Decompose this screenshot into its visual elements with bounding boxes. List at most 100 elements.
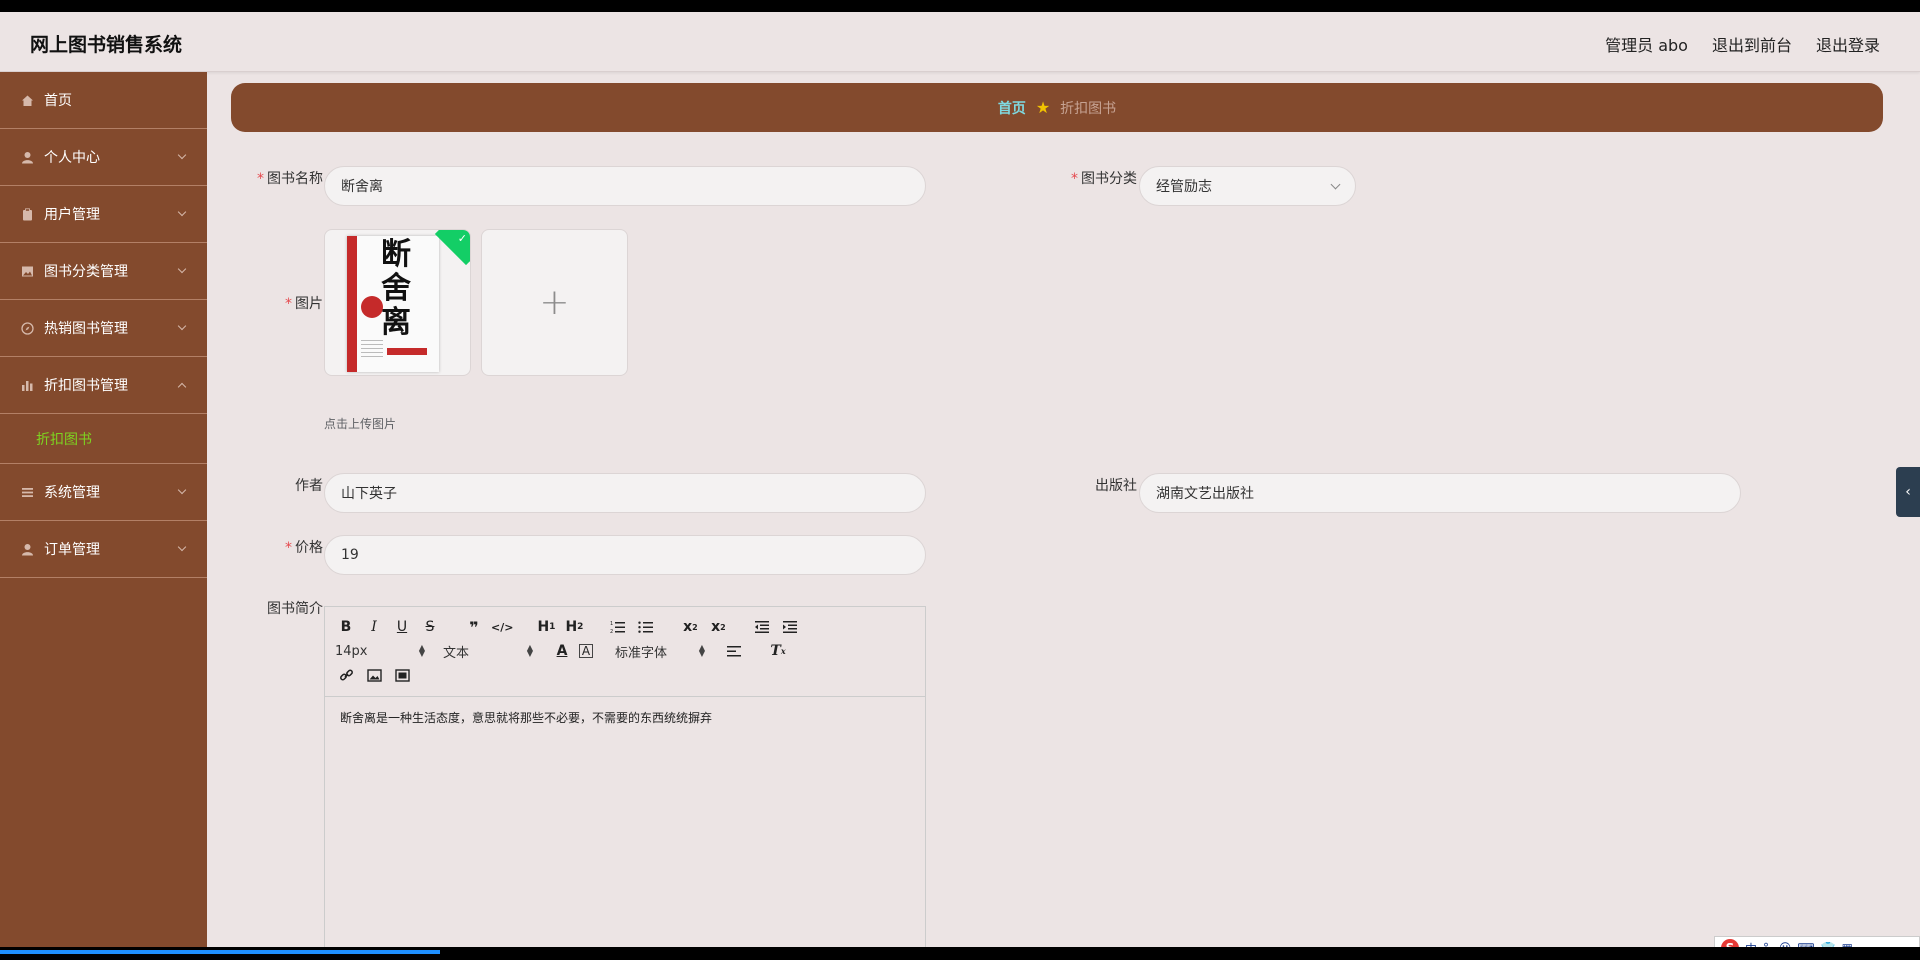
book-name-input[interactable]: 断舍离 [324,166,926,206]
image-icon[interactable] [363,664,385,686]
video-icon[interactable] [391,664,413,686]
publisher-label: 出版社 [1095,478,1137,494]
sogou-logo-icon: S [1721,939,1739,947]
compass-icon [20,321,34,335]
updown-icon: ▲ ▼ [698,643,705,658]
italic-icon[interactable]: I [363,616,385,638]
book-cover-image: 断 舍 离 [347,236,439,372]
sidebar-item-home[interactable]: 首页 [0,72,207,129]
heading-1-icon[interactable]: H1 [535,616,557,638]
sidebar-item-hot-books[interactable]: 热销图书管理 [0,300,207,357]
text-type-select[interactable]: 文本 ▲ ▼ [443,640,533,662]
admin-user-label[interactable]: 管理员 abo [1605,32,1688,56]
header-actions: 管理员 abo 退出到前台 退出登录 [1605,32,1880,56]
text-type-value: 文本 [443,645,470,661]
author-label: 作者 [295,478,323,494]
blockquote-icon[interactable]: ❞ [463,616,485,638]
sidebar: 首页 个人中心 用户管理 图书分类管理 热销图书管理 折扣图书管理 折扣图书 系… [0,72,207,947]
chevron-down-icon [1330,179,1341,190]
link-icon[interactable] [335,664,357,686]
breadcrumb: 首页 ★ 折扣图书 [231,83,1883,132]
editor-toolbar: B I U S ❞ </> H1 H2 12 x2 x2 14px ▲ ▼ 文本… [325,607,925,697]
sidebar-item-category-management[interactable]: 图书分类管理 [0,243,207,300]
heading-2-icon[interactable]: H2 [563,616,585,638]
sidebar-item-label: 图书分类管理 [44,264,128,280]
font-size-value: 14px [335,643,368,659]
chevron-down-icon [177,542,187,552]
sidebar-item-label: 系统管理 [44,485,100,501]
font-size-select[interactable]: 14px ▲ ▼ [335,640,425,662]
intro-rich-text-editor: B I U S ❞ </> H1 H2 12 x2 x2 14px ▲ ▼ 文本… [324,606,926,947]
list-icon [20,485,34,499]
font-family-select[interactable]: 标准字体 ▲ ▼ [615,640,705,662]
clear-format-icon[interactable]: Tx [767,640,789,662]
updown-icon: ▲ ▼ [418,643,425,658]
superscript-icon[interactable]: x2 [707,616,729,638]
updown-icon: ▲ ▼ [526,643,533,658]
sidebar-subitem-discount-book[interactable]: 折扣图书 [0,414,207,464]
bar-chart-icon [20,378,34,392]
sidebar-item-label: 订单管理 [44,542,100,558]
chevron-up-icon [177,382,187,392]
sidebar-item-orders[interactable]: 订单管理 [0,521,207,578]
strikethrough-icon[interactable]: S [419,616,441,638]
sidebar-item-user-management[interactable]: 用户管理 [0,186,207,243]
picture-icon [20,264,34,278]
chevron-left-icon[interactable]: ‹ [1896,467,1920,517]
user-icon [20,542,34,556]
add-image-button[interactable]: + [481,229,628,376]
align-icon[interactable] [723,640,745,662]
editor-content[interactable]: 断舍离是一种生活态度，意思就将那些不必要，不需要的东西统统摒弃 [325,697,925,738]
sidebar-item-label: 折扣图书管理 [44,378,128,394]
upload-tip: 点击上传图片 [324,417,397,431]
sidebar-item-label: 个人中心 [44,150,100,166]
outdent-icon[interactable] [751,616,773,638]
app-title: 网上图书销售系统 [30,34,183,56]
book-name-label: * 图书名称 [257,171,323,187]
underline-icon[interactable]: U [391,616,413,638]
author-input[interactable]: 山下英子 [324,473,926,513]
publisher-input[interactable]: 湖南文艺出版社 [1139,473,1741,513]
category-select-value: 经管励志 [1156,179,1212,195]
ordered-list-icon[interactable]: 12 [607,616,629,638]
sidebar-item-discount-books[interactable]: 折扣图书管理 [0,357,207,414]
category-label: * 图书分类 [1071,171,1137,187]
price-label: * 价格 [285,540,323,556]
bold-icon[interactable]: B [335,616,357,638]
sidebar-item-system[interactable]: 系统管理 [0,464,207,521]
breadcrumb-home-link[interactable]: 首页 [998,98,1026,118]
sidebar-item-label: 热销图书管理 [44,321,128,337]
price-input[interactable]: 19 [324,535,926,575]
star-icon: ★ [1035,98,1051,117]
top-header: 网上图书销售系统 管理员 abo 退出到前台 退出登录 [0,12,1920,72]
chevron-down-icon [177,321,187,331]
font-color-icon[interactable]: A [551,640,573,662]
font-family-value: 标准字体 [615,645,668,661]
background-color-icon[interactable]: A [579,644,593,658]
intro-label: 图书简介 [267,601,323,617]
clipboard-icon [20,207,34,221]
category-select[interactable]: 经管励志 [1139,166,1356,206]
bullet-list-icon[interactable] [635,616,657,638]
subscript-icon[interactable]: x2 [679,616,701,638]
taskbar [0,947,1920,960]
svg-text:1: 1 [610,621,613,627]
exit-to-frontend-link[interactable]: 退出到前台 [1712,32,1792,56]
check-icon: ✓ [457,232,467,245]
image-label: * 图片 [285,296,323,312]
chevron-down-icon [177,207,187,217]
chevron-down-icon [177,150,187,160]
ime-toolbar[interactable]: S 中 °, ☺ ⌨ 👕 ▦ [1714,936,1920,947]
sidebar-item-profile[interactable]: 个人中心 [0,129,207,186]
indent-icon[interactable] [779,616,801,638]
logout-link[interactable]: 退出登录 [1816,32,1880,56]
ime-mode-label: 中 [1745,940,1757,948]
uploaded-image-thumbnail[interactable]: 断 舍 离 ✓ [324,229,471,376]
code-block-icon[interactable]: </> [491,616,513,638]
progress-strip [0,950,440,954]
plus-icon: + [539,282,570,323]
user-icon [20,150,34,164]
app-window: 网上图书销售系统 管理员 abo 退出到前台 退出登录 首页 个人中心 用户管理 [0,12,1920,947]
svg-text:2: 2 [610,629,613,634]
home-icon [20,93,34,107]
